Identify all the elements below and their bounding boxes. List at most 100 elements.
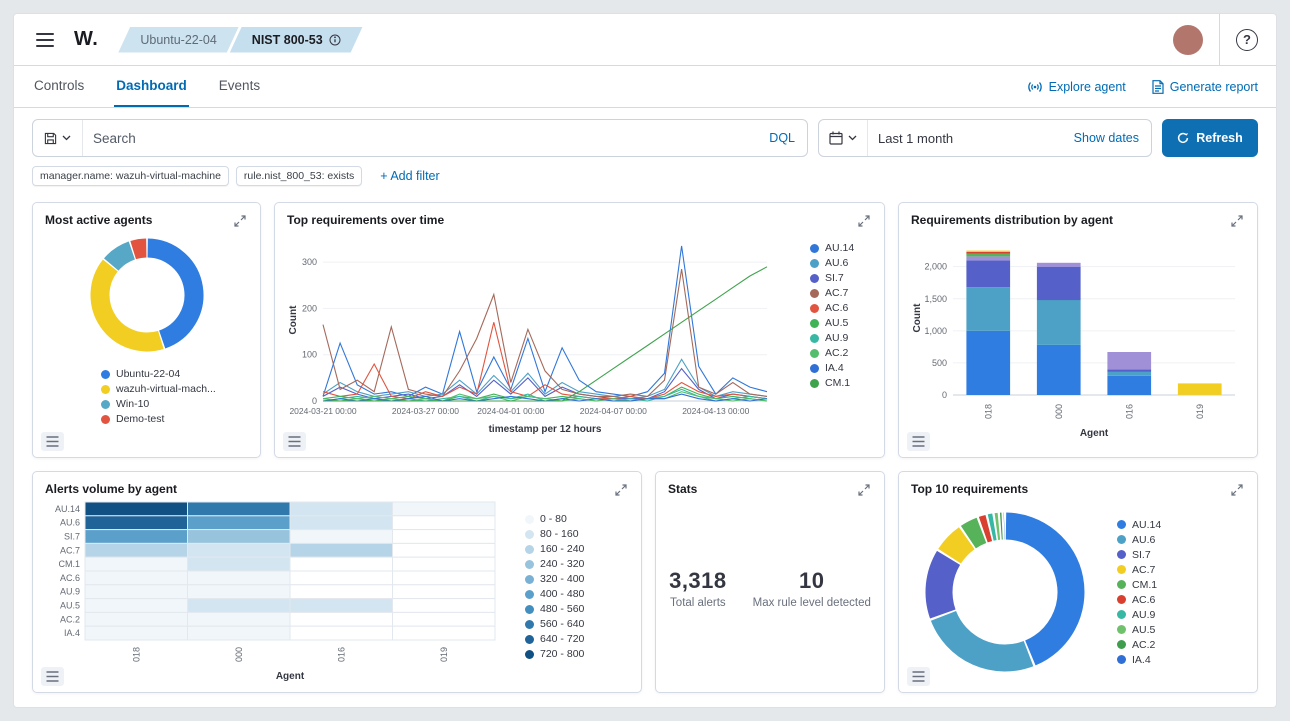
legend-item[interactable]: AC.2	[1117, 639, 1245, 651]
legend-item[interactable]: 640 - 720	[525, 633, 629, 645]
legend-item[interactable]: 720 - 800	[525, 648, 629, 660]
legend-item[interactable]: 80 - 160	[525, 528, 629, 540]
legend-dot	[525, 650, 534, 659]
date-range-value[interactable]: Last 1 month	[868, 131, 1062, 146]
legend-item[interactable]: AU.9	[810, 332, 872, 344]
panel-options-icon[interactable]	[907, 667, 930, 686]
tab-dashboard[interactable]: Dashboard	[114, 66, 189, 107]
requirements-line-chart[interactable]: 01002003002024-03-21 00:002024-03-27 00:…	[287, 231, 779, 437]
panel-options-icon[interactable]	[283, 432, 306, 451]
legend-item[interactable]: 240 - 320	[525, 558, 629, 570]
legend-item[interactable]: Ubuntu-22-04	[101, 368, 216, 380]
top-10-requirements-donut-chart[interactable]	[911, 500, 1099, 684]
svg-text:AC.2: AC.2	[60, 614, 80, 624]
most-active-agents-donut-chart[interactable]	[47, 231, 247, 363]
tab-controls[interactable]: Controls	[32, 66, 86, 107]
legend-item[interactable]: 480 - 560	[525, 603, 629, 615]
legend-item[interactable]: CM.1	[1117, 579, 1245, 591]
panel-stats: Stats 3,318 Total alerts 10 Max rule lev…	[655, 471, 885, 693]
legend-item[interactable]: 560 - 640	[525, 618, 629, 630]
legend-item[interactable]: 400 - 480	[525, 588, 629, 600]
legend-item[interactable]: AU.6	[810, 257, 872, 269]
legend-item[interactable]: AU.14	[1117, 519, 1245, 531]
legend-dot	[101, 400, 110, 409]
legend-label: Ubuntu-22-04	[116, 368, 180, 380]
legend-label: AU.6	[1132, 534, 1155, 546]
legend-item[interactable]: 320 - 400	[525, 573, 629, 585]
legend-dot	[810, 334, 819, 343]
legend-item[interactable]: wazuh-virtual-mach...	[101, 383, 216, 395]
legend-item[interactable]: AC.6	[810, 302, 872, 314]
generate-report-button[interactable]: Generate report	[1152, 80, 1258, 94]
legend-item[interactable]: AU.9	[1117, 609, 1245, 621]
legend-item[interactable]: AC.2	[810, 347, 872, 359]
show-dates-link[interactable]: Show dates	[1062, 131, 1151, 145]
svg-text:300: 300	[302, 257, 317, 267]
legend-item[interactable]: SI.7	[810, 272, 872, 284]
panel-top-requirements-over-time: Top requirements over time 0100200300202…	[274, 202, 885, 458]
svg-text:100: 100	[302, 350, 317, 360]
tab-events[interactable]: Events	[217, 66, 262, 107]
info-icon[interactable]	[329, 34, 341, 46]
legend-item[interactable]: AU.6	[1117, 534, 1245, 546]
legend-item[interactable]: AU.5	[1117, 624, 1245, 636]
filter-pill-manager-name[interactable]: manager.name: wazuh-virtual-machine	[32, 166, 229, 186]
legend-dot	[810, 244, 819, 253]
explore-agent-button[interactable]: Explore agent	[1027, 80, 1126, 94]
legend-dot	[101, 415, 110, 424]
legend-item[interactable]: 0 - 80	[525, 513, 629, 525]
legend-label: 400 - 480	[540, 588, 584, 600]
calendar-button[interactable]	[819, 120, 868, 156]
search-input[interactable]	[83, 131, 757, 146]
legend-item[interactable]: AC.6	[1117, 594, 1245, 606]
help-area: ?	[1219, 14, 1258, 65]
legend-item[interactable]: 160 - 240	[525, 543, 629, 555]
legend-dot	[101, 370, 110, 379]
alerts-heatmap-chart[interactable]: AU.14AU.6SI.7AC.7CM.1AC.6AU.9AU.5AC.2IA.…	[45, 500, 497, 684]
expand-icon[interactable]	[1229, 213, 1245, 229]
expand-icon[interactable]	[856, 482, 872, 498]
breadcrumb-agent[interactable]: Ubuntu-22-04	[118, 27, 238, 53]
expand-icon[interactable]	[1229, 482, 1245, 498]
panel-options-icon[interactable]	[907, 432, 930, 451]
svg-text:2024-04-01 00:00: 2024-04-01 00:00	[477, 406, 544, 416]
legend-label: 320 - 400	[540, 573, 584, 585]
legend-item[interactable]: AU.5	[810, 317, 872, 329]
legend-item[interactable]: AC.7	[810, 287, 872, 299]
legend-item[interactable]: Win-10	[101, 398, 216, 410]
avatar[interactable]	[1173, 25, 1203, 55]
panel-options-icon[interactable]	[41, 432, 64, 451]
svg-text:AC.6: AC.6	[60, 573, 80, 583]
add-filter-button[interactable]: + Add filter	[374, 168, 445, 184]
filter-pill-rule-nist[interactable]: rule.nist_800_53: exists	[236, 166, 362, 186]
expand-icon[interactable]	[232, 213, 248, 229]
module-tabbar: Controls Dashboard Events Explore agent …	[14, 66, 1276, 108]
breadcrumb-module[interactable]: NIST 800-53	[230, 27, 363, 53]
svg-text:019: 019	[439, 647, 449, 662]
svg-text:Agent: Agent	[276, 671, 305, 682]
max-rule-level-value: 10	[753, 568, 871, 594]
legend-item[interactable]: CM.1	[810, 377, 872, 389]
legend-item[interactable]: Demo-test	[101, 413, 216, 425]
help-button[interactable]: ?	[1236, 29, 1258, 51]
panel-options-icon[interactable]	[41, 667, 64, 686]
legend-item[interactable]: IA.4	[1117, 654, 1245, 666]
chevron-down-icon	[62, 135, 71, 141]
menu-button[interactable]	[32, 29, 58, 51]
expand-icon[interactable]	[856, 213, 872, 229]
saved-queries-button[interactable]	[33, 120, 83, 156]
refresh-label: Refresh	[1196, 131, 1243, 145]
legend-item[interactable]: AU.14	[810, 242, 872, 254]
dql-button[interactable]: DQL	[757, 131, 807, 145]
panel-title: Requirements distribution by agent	[911, 213, 1113, 227]
expand-icon[interactable]	[613, 482, 629, 498]
legend-dot	[1117, 565, 1126, 574]
dashboard: Most active agents Ubuntu-22-04wazuh-vir…	[14, 196, 1276, 703]
requirements-stacked-bar-chart[interactable]: 05001,0001,5002,000018000016019AgentCoun…	[911, 231, 1245, 441]
legend-item[interactable]: AC.7	[1117, 564, 1245, 576]
tabs: Controls Dashboard Events	[32, 66, 262, 107]
refresh-button[interactable]: Refresh	[1162, 119, 1258, 157]
legend-item[interactable]: SI.7	[1117, 549, 1245, 561]
tab-actions: Explore agent Generate report	[1027, 66, 1258, 107]
legend-item[interactable]: IA.4	[810, 362, 872, 374]
